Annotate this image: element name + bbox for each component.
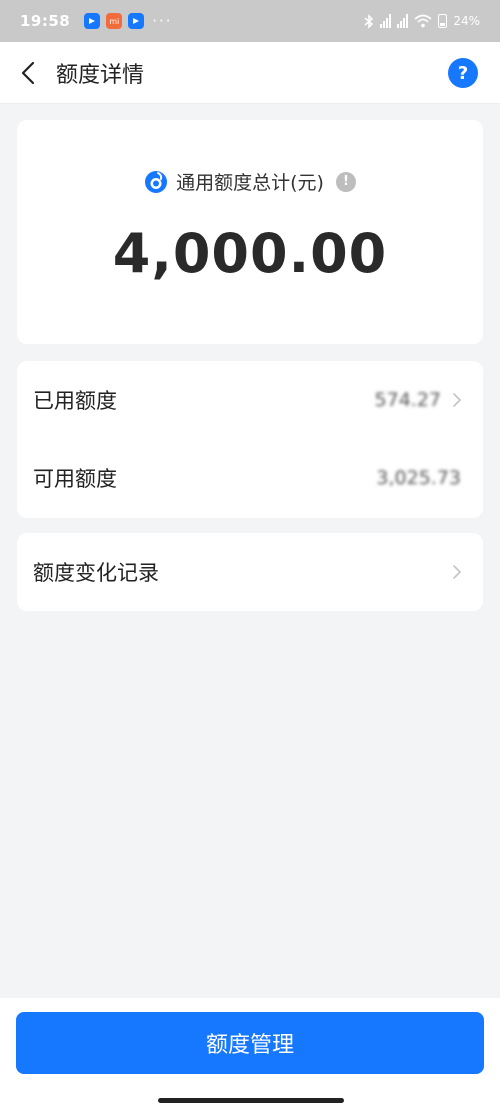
app-notification-icon xyxy=(84,13,101,29)
status-time: 19:58 xyxy=(20,12,71,30)
home-indicator[interactable] xyxy=(158,1098,344,1103)
bottom-bar: 额度管理 xyxy=(0,998,500,1111)
cell-signal-icon xyxy=(380,14,392,28)
credit-manage-button[interactable]: 额度管理 xyxy=(16,1012,484,1074)
available-credit-label: 可用额度 xyxy=(33,467,117,491)
total-credit-amount: 4,000.00 xyxy=(112,222,388,285)
available-credit-value: 3,025.73 xyxy=(376,467,461,489)
used-credit-row[interactable]: 已用额度 574.27 xyxy=(17,361,483,439)
help-button[interactable]: ? xyxy=(448,58,478,88)
total-credit-label: 通用额度总计(元) xyxy=(176,172,324,194)
more-notifications-icon: ··· xyxy=(152,12,173,30)
credit-history-card[interactable]: 额度变化记录 xyxy=(17,533,483,611)
back-button[interactable] xyxy=(0,42,56,104)
credit-summary-card: 通用额度总计(元) ! 4,000.00 xyxy=(17,120,483,344)
info-icon[interactable]: ! xyxy=(335,171,356,192)
used-credit-value: 574.27 xyxy=(374,389,441,411)
status-bar: 19:58 mi ··· 24% xyxy=(0,0,500,42)
credit-history-label: 额度变化记录 xyxy=(33,561,159,585)
battery-percent: 24% xyxy=(453,14,480,28)
credit-breakdown-card: 已用额度 574.27 可用额度 3,025.73 xyxy=(17,361,483,518)
nav-bar: 额度详情 ? xyxy=(0,42,500,104)
chevron-right-icon xyxy=(453,565,462,579)
bluetooth-icon xyxy=(364,13,374,29)
used-credit-label: 已用额度 xyxy=(33,389,117,413)
credit-history-row[interactable]: 额度变化记录 xyxy=(17,533,483,611)
summary-label-row: 通用额度总计(元) ! xyxy=(17,168,483,195)
help-icon: ? xyxy=(457,62,469,84)
status-right: 24% xyxy=(364,13,480,29)
available-credit-row: 可用额度 3,025.73 xyxy=(17,439,483,517)
page-title: 额度详情 xyxy=(56,62,145,88)
wifi-icon xyxy=(414,14,432,28)
app-notification-icon xyxy=(128,13,145,29)
mi-app-icon: mi xyxy=(106,13,123,29)
chevron-left-icon xyxy=(21,61,35,84)
battery-icon xyxy=(438,14,448,28)
brand-logo-icon xyxy=(145,170,168,193)
cell-signal-icon xyxy=(397,14,409,28)
chevron-right-icon xyxy=(453,393,462,407)
